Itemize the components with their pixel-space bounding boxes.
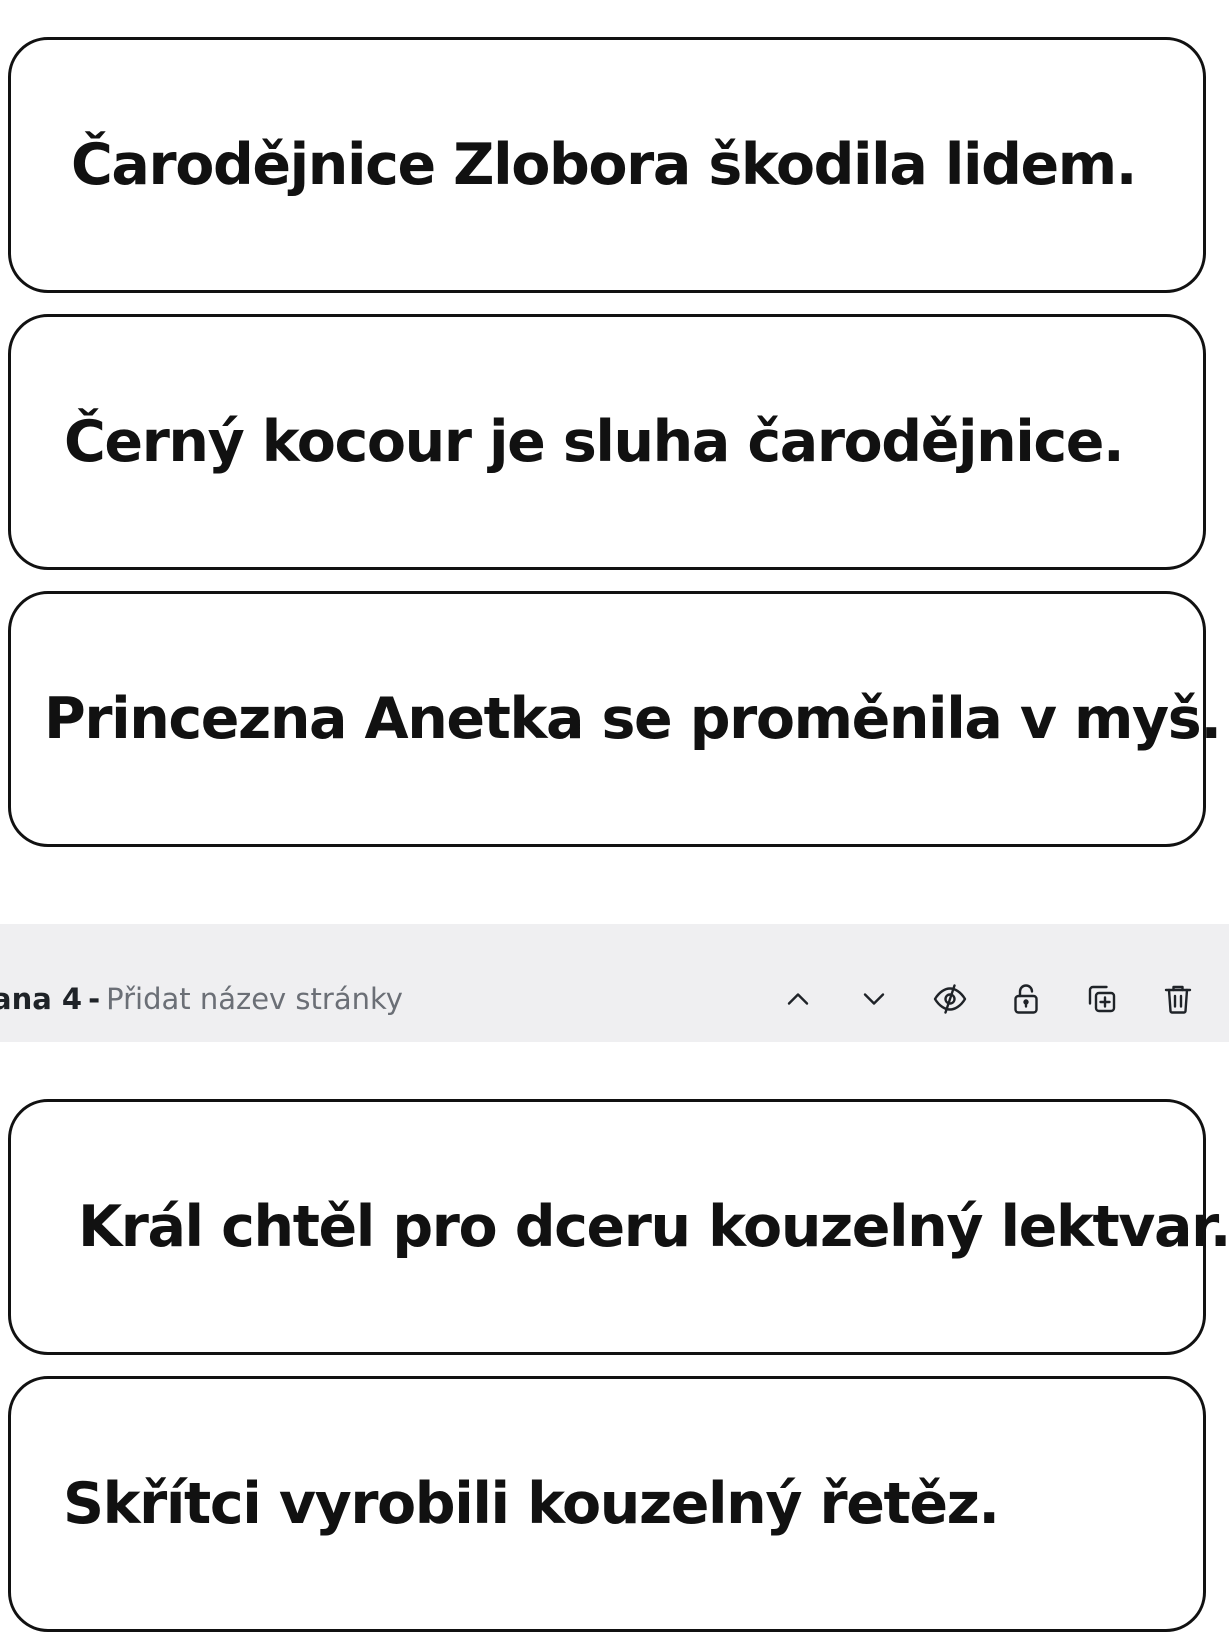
move-page-down-button[interactable] (846, 971, 902, 1027)
chevron-up-icon (787, 993, 809, 1005)
lock-page-button[interactable] (998, 971, 1054, 1027)
card-text: Skřítci vyrobili kouzelný řetěz. (63, 1471, 1000, 1537)
page-label: ana 4 - Přidat název stránky (0, 969, 403, 1029)
move-page-up-button[interactable] (770, 971, 826, 1027)
delete-page-button[interactable] (1150, 971, 1206, 1027)
page-title-input[interactable]: Přidat název stránky (106, 982, 403, 1016)
text-card[interactable]: Skřítci vyrobili kouzelný řetěz. (8, 1376, 1206, 1632)
card-text: Čarodějnice Zlobora škodila lidem. (71, 132, 1137, 198)
page-separator: - (88, 982, 101, 1016)
chevron-down-icon (863, 993, 885, 1005)
card-text: Princezna Anetka se proměnila v myš. (44, 686, 1222, 752)
duplicate-page-button[interactable] (1074, 971, 1130, 1027)
page-number: ana 4 (0, 982, 83, 1016)
text-card[interactable]: Princezna Anetka se proměnila v myš. (8, 591, 1222, 847)
page-header-bar: ana 4 - Přidat název stránky (0, 924, 1229, 1042)
card-text: Černý kocour je sluha čarodějnice. (64, 409, 1125, 475)
hide-page-button[interactable] (922, 971, 978, 1027)
text-card[interactable]: Černý kocour je sluha čarodějnice. (8, 314, 1206, 570)
hide-eye-icon (933, 984, 967, 1014)
trash-icon (1164, 985, 1192, 1014)
card-text: Král chtěl pro dceru kouzelný lektvar. (78, 1194, 1229, 1260)
duplicate-page-icon (1088, 985, 1116, 1013)
unlock-icon (1014, 984, 1038, 1014)
page-actions-toolbar (770, 969, 1226, 1029)
text-card[interactable]: Král chtěl pro dceru kouzelný lektvar. (8, 1099, 1229, 1355)
text-card[interactable]: Čarodějnice Zlobora škodila lidem. (8, 37, 1206, 293)
